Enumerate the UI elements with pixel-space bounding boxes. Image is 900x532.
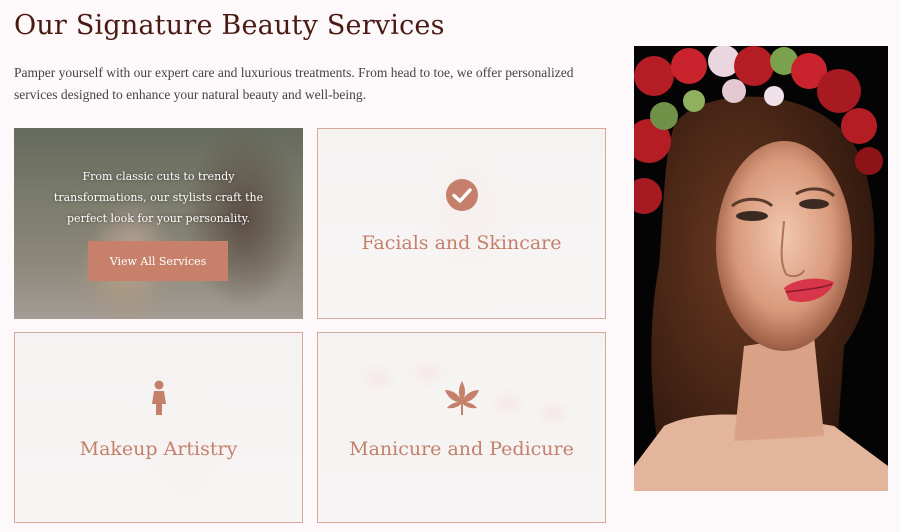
service-card-hair[interactable]: From classic cuts to trendy transformati… (14, 128, 303, 319)
portrait-image (634, 46, 888, 491)
section-title: Our Signature Beauty Services (14, 10, 445, 41)
facials-card-title: Facials and Skincare (361, 232, 562, 254)
nails-card-title: Manicure and Pedicure (349, 438, 574, 460)
view-all-services-button[interactable]: View All Services (88, 241, 228, 281)
woman-icon (150, 380, 168, 420)
check-circle-icon (445, 178, 479, 216)
leaf-icon (443, 380, 481, 420)
hair-card-description: From classic cuts to trendy transformati… (53, 170, 264, 225)
service-card-nails[interactable]: Manicure and Pedicure (317, 332, 606, 523)
section-intro: Pamper yourself with our expert care and… (14, 65, 574, 102)
makeup-card-title: Makeup Artistry (79, 438, 238, 460)
service-card-makeup[interactable]: Makeup Artistry (14, 332, 303, 523)
service-card-facials[interactable]: Facials and Skincare (317, 128, 606, 319)
